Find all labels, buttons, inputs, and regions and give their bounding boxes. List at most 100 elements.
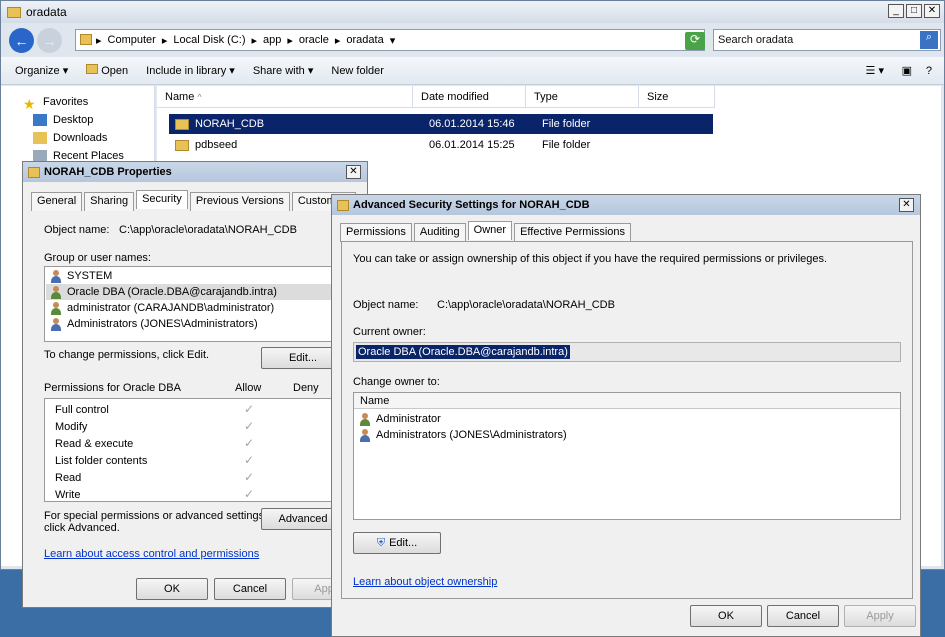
check-icon: ✓ <box>244 436 255 450</box>
learn-access-control-link[interactable]: Learn about access control and permissio… <box>44 548 259 560</box>
user-list[interactable]: SYSTEM Oracle DBA (Oracle.DBA@carajandb.… <box>44 266 354 342</box>
check-icon: ✓ <box>244 402 255 416</box>
tab-owner[interactable]: Owner <box>467 221 513 240</box>
nav-downloads[interactable]: Downloads <box>33 132 107 144</box>
folder-icon <box>28 166 40 178</box>
learn-ownership-link[interactable]: Learn about object ownership <box>353 576 497 588</box>
permissions-for-label: Permissions for Oracle DBA <box>44 382 181 394</box>
preview-pane-icon[interactable]: ▣ <box>902 64 912 77</box>
new-folder-button[interactable]: New folder <box>331 65 384 77</box>
downloads-icon <box>33 132 47 144</box>
change-permissions-text: To change permissions, click Edit. <box>44 349 210 361</box>
tab-security[interactable]: Security <box>136 190 188 209</box>
share-with-button[interactable]: Share with ▾ <box>253 64 314 77</box>
tab-permissions[interactable]: Permissions <box>340 223 412 242</box>
tab-sharing[interactable]: Sharing <box>84 192 135 211</box>
file-row[interactable]: pdbseed 06.01.2014 15:25 File folder <box>169 135 713 155</box>
permission-row: Modify <box>55 421 88 433</box>
refresh-icon: ⟳ <box>689 32 701 46</box>
list-item[interactable]: administrator (CARAJANDB\administrator) <box>49 300 274 316</box>
edit-owner-button[interactable]: ⛨ Edit... <box>353 532 441 554</box>
column-size[interactable]: Size <box>639 86 715 108</box>
chevron-down-icon[interactable]: ▾ <box>390 34 396 47</box>
folder-icon <box>337 199 349 211</box>
window-title: oradata <box>26 5 67 19</box>
current-owner-value: Oracle DBA (Oracle.DBA@carajandb.intra) <box>356 345 570 359</box>
permission-row: Read & execute <box>55 438 134 450</box>
allow-header: Allow <box>235 382 262 394</box>
forward-arrow-icon: → <box>42 32 57 49</box>
close-button[interactable]: ✕ <box>899 198 914 212</box>
folder-icon <box>80 34 92 45</box>
tab-previous-versions[interactable]: Previous Versions <box>189 192 290 211</box>
list-item[interactable]: Oracle DBA (Oracle.DBA@carajandb.intra) <box>46 284 352 300</box>
check-icon: ✓ <box>244 487 255 501</box>
owner-list[interactable]: Name Administrator Administrators (JONES… <box>353 392 901 520</box>
back-button[interactable]: ← <box>9 28 34 53</box>
search-icon[interactable]: ⌕ <box>920 31 938 49</box>
user-icon <box>358 412 372 426</box>
search-input[interactable]: Search oradata ⌕ <box>713 29 941 51</box>
column-name[interactable]: Name <box>354 393 900 409</box>
list-item[interactable]: Administrator <box>358 411 441 427</box>
tab-general[interactable]: General <box>31 192 83 211</box>
ok-button[interactable]: OK <box>690 605 762 627</box>
permissions-list: Full control Modify Read & execute List … <box>44 398 354 502</box>
group-icon <box>358 428 372 442</box>
group-label: Group or user names: <box>44 252 151 264</box>
sort-up-icon: ^ <box>197 92 202 102</box>
change-owner-label: Change owner to: <box>353 376 440 388</box>
desktop-icon <box>33 114 47 126</box>
cancel-button[interactable]: Cancel <box>214 578 286 600</box>
object-name-value: C:\app\oracle\oradata\NORAH_CDB <box>119 224 297 236</box>
tab-auditing[interactable]: Auditing <box>413 223 466 242</box>
properties-dialog: NORAH_CDB Properties ✕ General Sharing S… <box>22 161 368 608</box>
advanced-tabs: Permissions Auditing Owner Effective Per… <box>340 221 632 242</box>
tab-effective-permissions[interactable]: Effective Permissions <box>514 223 632 242</box>
column-date-modified[interactable]: Date modified <box>413 86 526 108</box>
minimize-button[interactable]: _ <box>888 4 904 18</box>
organize-button[interactable]: Organize ▾ <box>15 64 68 77</box>
file-row[interactable]: NORAH_CDB 06.01.2014 15:46 File folder <box>169 114 713 134</box>
shield-icon: ⛨ <box>376 536 386 549</box>
column-name[interactable]: Name ^ <box>157 86 413 108</box>
owner-info-text: You can take or assign ownership of this… <box>353 253 828 265</box>
user-icon <box>49 285 63 299</box>
maximize-button[interactable]: □ <box>906 4 922 18</box>
check-icon: ✓ <box>244 470 255 484</box>
breadcrumb-oracle[interactable]: oracle <box>299 34 329 46</box>
cancel-button[interactable]: Cancel <box>767 605 839 627</box>
breadcrumb-app[interactable]: app <box>263 34 281 46</box>
folder-icon <box>86 64 99 74</box>
refresh-button[interactable]: ⟳ <box>685 32 705 50</box>
breadcrumb-oradata[interactable]: oradata <box>346 34 383 46</box>
breadcrumb-local-disk[interactable]: Local Disk (C:) <box>173 34 245 46</box>
address-bar[interactable]: ▸ Computer ▸ Local Disk (C:) ▸ app ▸ ora… <box>75 29 705 51</box>
list-item[interactable]: Administrators (JONES\Administrators) <box>358 427 567 443</box>
help-icon[interactable]: ? <box>926 65 932 77</box>
object-name-label: Object name: <box>353 299 419 311</box>
ok-button[interactable]: OK <box>136 578 208 600</box>
include-in-library-button[interactable]: Include in library ▾ <box>146 64 235 77</box>
close-button[interactable]: ✕ <box>924 4 940 18</box>
folder-icon <box>7 6 21 18</box>
properties-titlebar: NORAH_CDB Properties <box>23 162 367 182</box>
explorer-titlebar: oradata _ □ ✕ <box>1 1 944 23</box>
list-item[interactable]: Administrators (JONES\Administrators) <box>49 316 258 332</box>
close-button[interactable]: ✕ <box>346 165 361 179</box>
nav-desktop[interactable]: Desktop <box>33 114 93 126</box>
current-owner-label: Current owner: <box>353 326 426 338</box>
special-permissions-text: For special permissions or advanced sett… <box>44 510 268 522</box>
forward-button[interactable]: → <box>37 28 62 53</box>
address-row: ← → ▸ Computer ▸ Local Disk (C:) ▸ app ▸… <box>1 26 944 54</box>
column-type[interactable]: Type <box>526 86 639 108</box>
apply-button[interactable]: Apply <box>844 605 916 627</box>
open-button[interactable]: Open <box>86 64 128 77</box>
permission-row: Read <box>55 472 82 484</box>
properties-tabs: General Sharing Security Previous Versio… <box>31 190 356 211</box>
view-options-icon[interactable]: ☰ ▾ <box>866 64 884 77</box>
breadcrumb-computer[interactable]: Computer <box>108 34 156 46</box>
permission-row: Write <box>55 489 81 501</box>
list-item[interactable]: SYSTEM <box>49 268 112 284</box>
nav-favorites[interactable]: ★ Favorites <box>23 96 88 112</box>
